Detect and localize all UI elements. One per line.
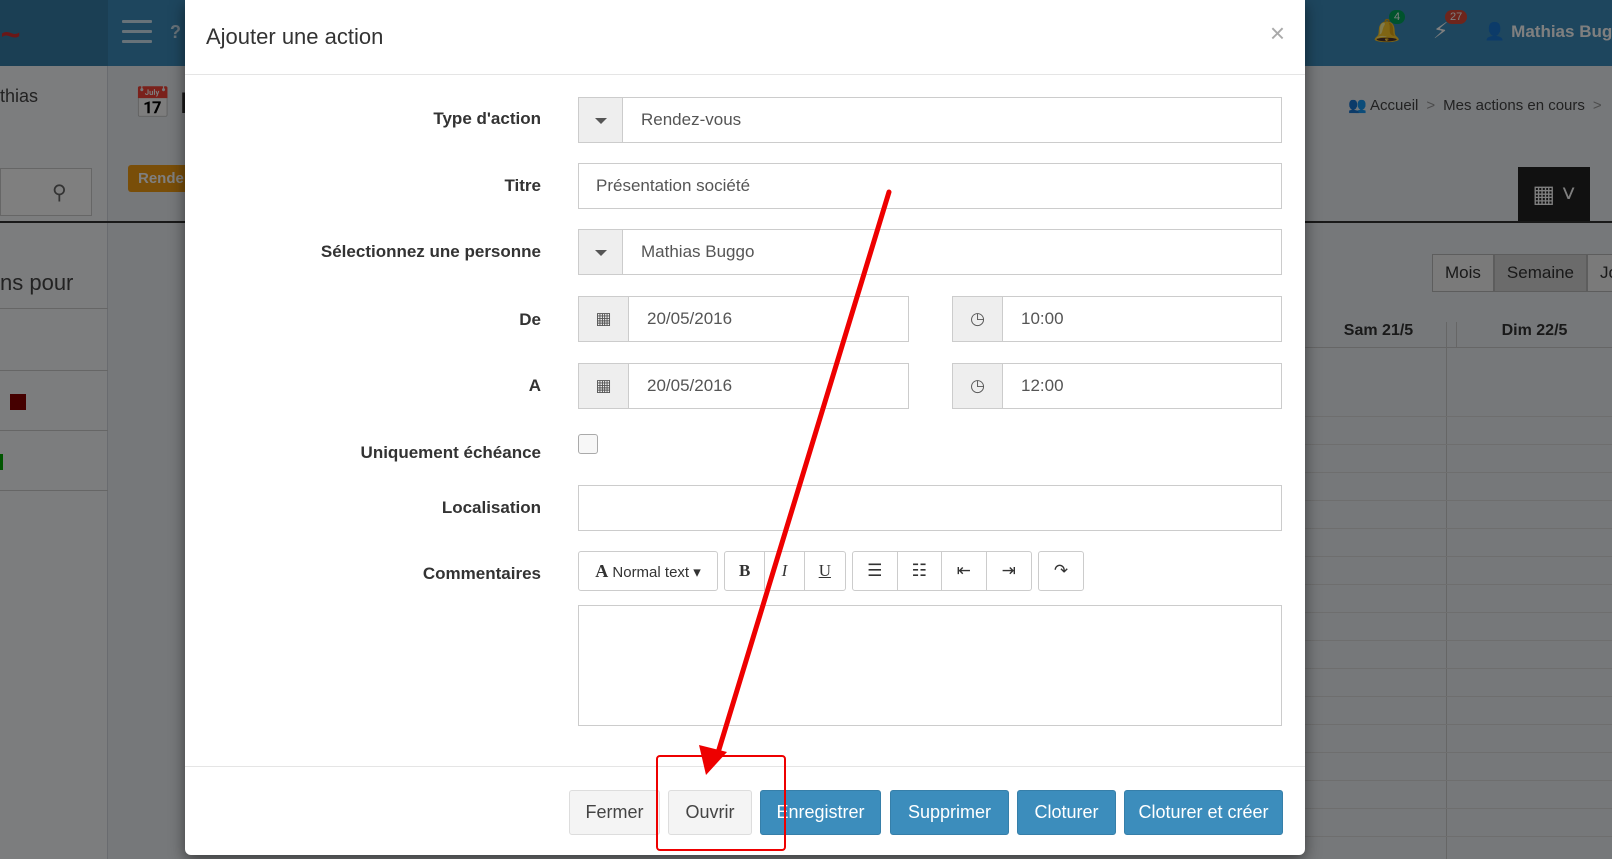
annotation-arrow (699, 189, 892, 775)
